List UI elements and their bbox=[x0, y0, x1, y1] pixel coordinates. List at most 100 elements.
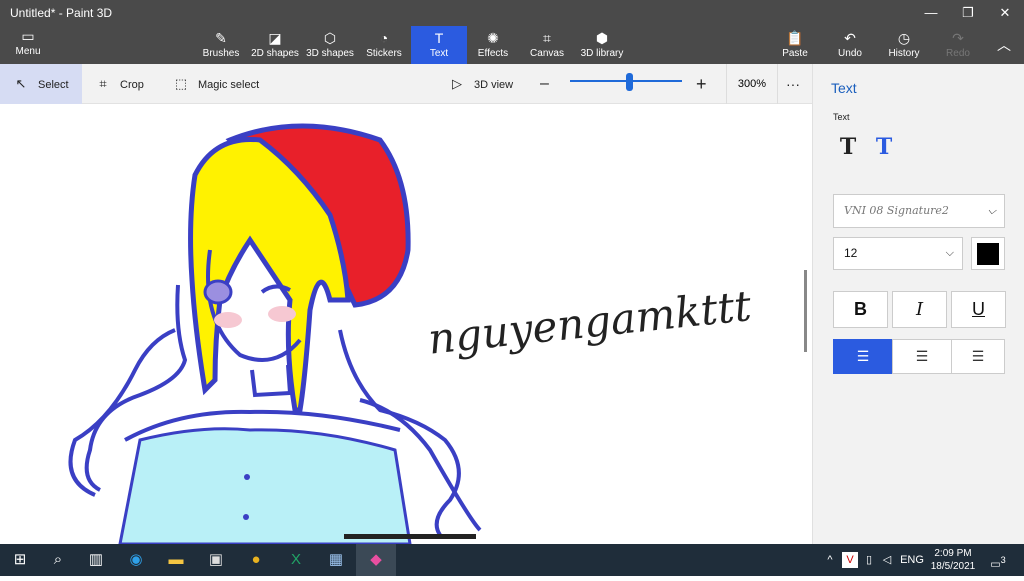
3d-shapes-icon: ⬡ bbox=[323, 30, 337, 46]
notification-center[interactable]: ▭3 bbox=[986, 544, 1010, 576]
file-explorer-button[interactable]: ▬ bbox=[156, 544, 196, 576]
tab-brushes[interactable]: ✎ Brushes bbox=[193, 26, 249, 64]
neck bbox=[250, 364, 293, 398]
text-panel: Text Text T T VNI 08 Signature2 ⌵ 12 ⌵ B… bbox=[812, 64, 1024, 544]
search-button[interactable]: ⌕ bbox=[38, 544, 78, 576]
chrome-button[interactable]: ● bbox=[236, 544, 276, 576]
undo-icon: ↶ bbox=[844, 30, 856, 46]
magic-select-icon: ⬚ bbox=[174, 76, 188, 91]
notification-count: 3 bbox=[1000, 555, 1006, 565]
antivirus-icon: V bbox=[846, 554, 854, 566]
store-icon: ▣ bbox=[208, 551, 224, 568]
network-icon: ▯ bbox=[865, 554, 873, 566]
undo-button[interactable]: ↶ Undo bbox=[822, 26, 878, 64]
volume-tray[interactable]: ◁ bbox=[878, 544, 896, 576]
brush-icon: ✎ bbox=[215, 30, 227, 46]
italic-button[interactable]: I bbox=[892, 291, 947, 328]
text-color-button[interactable] bbox=[971, 237, 1005, 270]
calculator-icon: ▦ bbox=[328, 551, 344, 568]
tab-canvas[interactable]: ⌗ Canvas bbox=[519, 26, 575, 64]
collapse-ribbon-button[interactable]: ︿ bbox=[984, 26, 1024, 64]
underline-button[interactable]: U bbox=[951, 291, 1006, 328]
title-bar: Untitled* - Paint 3D — ❐ ✕ bbox=[0, 0, 1024, 26]
cursor-icon: ↖ bbox=[15, 76, 27, 91]
store-button[interactable]: ▣ bbox=[196, 544, 236, 576]
edge-button[interactable]: ◉ bbox=[116, 544, 156, 576]
zoom-out-button[interactable]: – bbox=[540, 64, 549, 104]
tab-3d-shapes[interactable]: ⬡ 3D shapes bbox=[302, 26, 358, 64]
3d-view-label: 3D view bbox=[474, 79, 514, 91]
zoom-in-button[interactable]: + bbox=[696, 64, 707, 104]
zoom-slider-thumb[interactable] bbox=[626, 73, 634, 91]
clock[interactable]: 2:09 PM 18/5/2021 bbox=[926, 547, 980, 573]
bold-button[interactable]: B bbox=[833, 291, 888, 328]
effects-icon: ✺ bbox=[487, 30, 499, 46]
search-icon: ⌕ bbox=[53, 551, 63, 568]
stickers-icon: ◔ bbox=[379, 30, 389, 46]
magic-select-tool[interactable]: ⬚ Magic select bbox=[172, 64, 259, 104]
chrome-icon: ● bbox=[251, 551, 261, 568]
zoom-level[interactable]: 300% bbox=[726, 64, 778, 104]
ribbon: ▭ Menu ✎ Brushes ◪ 2D shapes ⬡ 3D shapes… bbox=[0, 26, 1024, 64]
blush-left bbox=[214, 312, 242, 328]
font-size-select[interactable]: 12 ⌵ bbox=[833, 237, 963, 270]
align-right-button[interactable]: ☰ bbox=[951, 339, 1005, 374]
select-label: Select bbox=[38, 79, 69, 91]
minimize-button[interactable]: — bbox=[912, 0, 950, 26]
crop-tool[interactable]: ⌗ Crop bbox=[94, 64, 144, 104]
horizontal-scrollbar[interactable] bbox=[344, 534, 476, 539]
select-tool[interactable]: ↖ Select bbox=[0, 64, 82, 104]
align-left-button[interactable]: ☰ bbox=[833, 339, 893, 374]
panel-title: Text bbox=[831, 80, 857, 96]
3d-library-icon: ⬢ bbox=[595, 30, 609, 46]
start-button[interactable]: ⊞ bbox=[0, 544, 40, 576]
excel-button[interactable]: X bbox=[276, 544, 316, 576]
show-hidden-icons[interactable]: ^ bbox=[822, 544, 838, 576]
plain-text-button[interactable]: T bbox=[833, 132, 863, 162]
tab-2d-shapes[interactable]: ◪ 2D shapes bbox=[247, 26, 303, 64]
magic-select-label: Magic select bbox=[198, 79, 260, 91]
history-icon: ◷ bbox=[897, 30, 911, 46]
excel-icon: X bbox=[290, 551, 301, 568]
canvas-icon: ⌗ bbox=[543, 30, 551, 46]
paste-button[interactable]: 📋 Paste bbox=[767, 26, 823, 64]
vertical-scrollbar[interactable] bbox=[804, 270, 807, 352]
close-button[interactable]: ✕ bbox=[986, 0, 1024, 26]
restore-button[interactable]: ❐ bbox=[949, 0, 987, 26]
chevron-up-icon: ︿ bbox=[997, 37, 1011, 53]
more-options-button[interactable]: ··· bbox=[786, 64, 800, 104]
paint3d-button[interactable]: ◆ bbox=[356, 544, 396, 576]
windows-icon: ⊞ bbox=[13, 551, 27, 568]
tab-stickers[interactable]: ◔ Stickers bbox=[356, 26, 412, 64]
folder-icon: ▬ bbox=[168, 551, 184, 568]
drawing-canvas[interactable]: nguyengamkttt bbox=[0, 104, 812, 544]
redo-button[interactable]: ↷ Redo bbox=[930, 26, 986, 64]
menu-button[interactable]: ▭ Menu bbox=[6, 28, 50, 57]
tab-3d-library[interactable]: ⬢ 3D library bbox=[573, 26, 631, 64]
language-tray[interactable]: ENG bbox=[898, 544, 926, 576]
text-icon: T bbox=[434, 30, 444, 46]
crop-icon: ⌗ bbox=[99, 76, 107, 91]
tab-text[interactable]: T Text bbox=[411, 26, 467, 64]
calculator-button[interactable]: ▦ bbox=[316, 544, 356, 576]
history-button[interactable]: ◷ History bbox=[876, 26, 932, 64]
3d-view-button[interactable]: ▷ 3D view bbox=[448, 64, 513, 104]
align-center-button[interactable]: ☰ bbox=[892, 339, 952, 374]
speaker-muted-icon: ◁ bbox=[882, 554, 892, 566]
blush-right bbox=[268, 306, 296, 322]
chevron-down-icon: ⌵ bbox=[987, 204, 996, 217]
font-family-select[interactable]: VNI 08 Signature2 ⌵ bbox=[833, 194, 1005, 228]
tab-effects[interactable]: ✺ Effects bbox=[465, 26, 521, 64]
3d-text-button[interactable]: T bbox=[869, 132, 899, 162]
antivirus-tray[interactable]: V bbox=[842, 552, 858, 568]
blue-dress bbox=[118, 427, 412, 544]
network-tray[interactable]: ▯ bbox=[860, 544, 878, 576]
task-view-button[interactable]: ▥ bbox=[76, 544, 116, 576]
align-left-icon: ☰ bbox=[856, 348, 870, 364]
font-size-value: 12 bbox=[844, 246, 858, 260]
panel-section-label: Text bbox=[833, 112, 850, 122]
2d-shapes-icon: ◪ bbox=[268, 30, 282, 46]
dress-button-2 bbox=[243, 514, 249, 520]
color-swatch bbox=[977, 243, 999, 265]
chevron-down-icon: ⌵ bbox=[945, 247, 954, 259]
